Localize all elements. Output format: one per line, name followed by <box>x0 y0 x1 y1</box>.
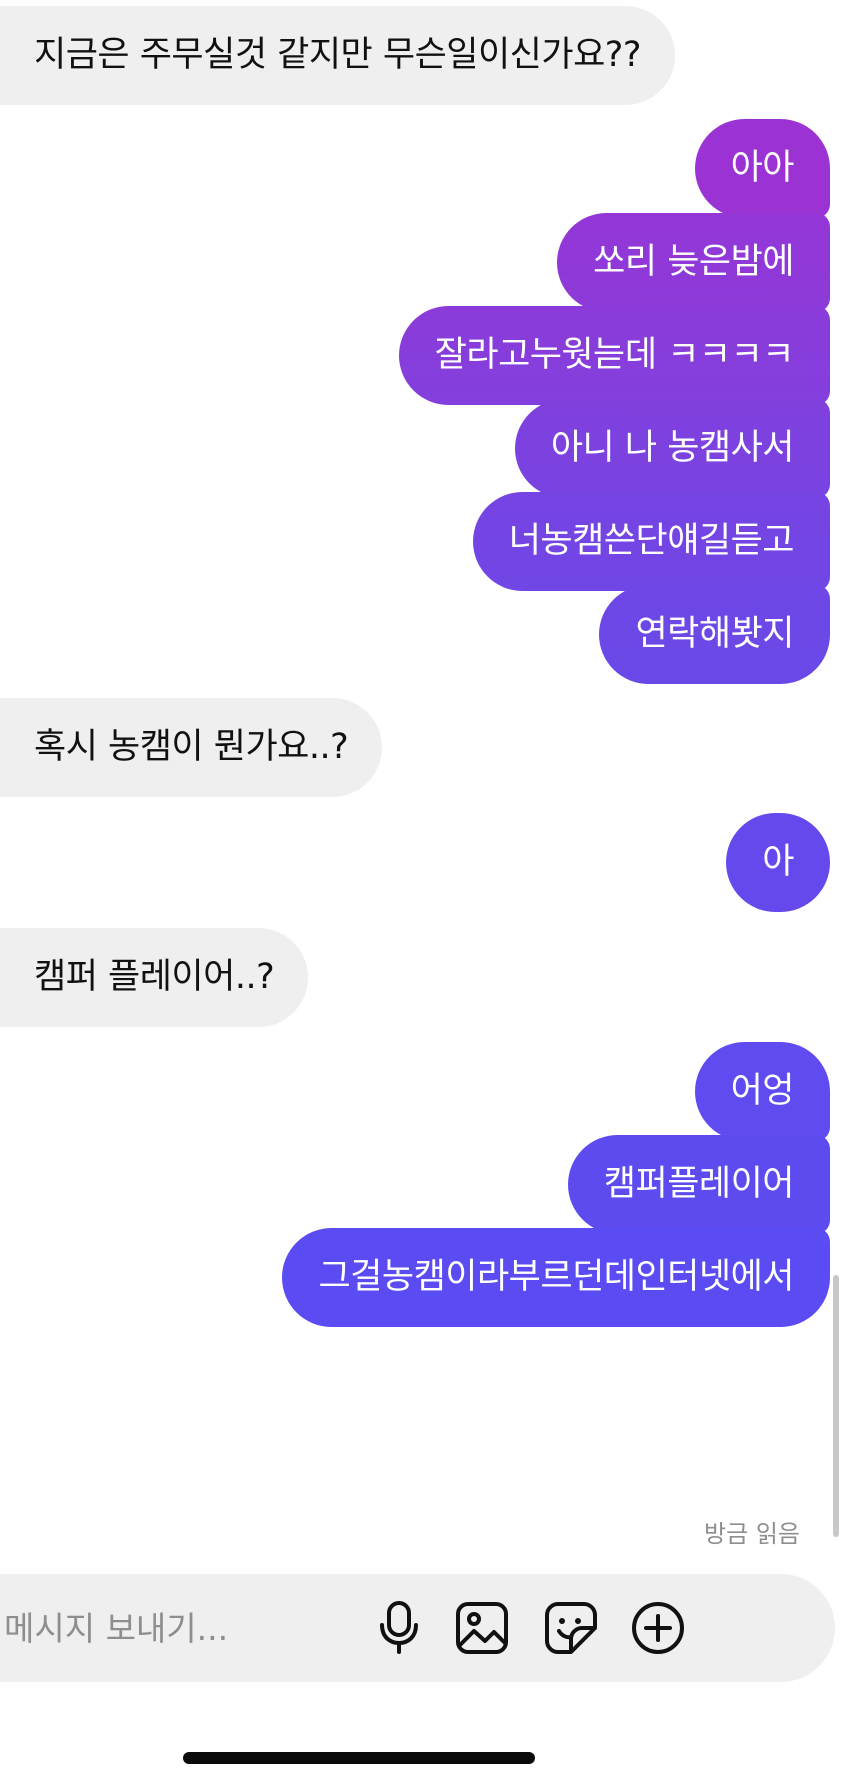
add-icon[interactable] <box>628 1598 688 1658</box>
received-message[interactable]: 캠퍼 플레이어..? <box>0 928 309 1027</box>
microphone-icon[interactable] <box>369 1598 429 1658</box>
received-message[interactable]: 지금은 주무실것 같지만 무슨일이신가요?? <box>0 6 675 105</box>
sent-message[interactable]: 그걸농캠이라부르던데인터넷에서 <box>282 1228 830 1327</box>
sent-message[interactable]: 아니 나 농캠사서 <box>514 399 830 498</box>
message-input[interactable] <box>0 1574 420 1682</box>
scrollbar[interactable] <box>833 1275 839 1537</box>
home-indicator <box>183 1752 535 1764</box>
sent-message[interactable]: 캠퍼플레이어 <box>567 1135 830 1234</box>
sent-message[interactable]: 쏘리 늦은밤에 <box>557 213 830 312</box>
received-message[interactable]: 혹시 농캠이 뭔가요..? <box>0 698 383 797</box>
read-receipt: 방금 읽음 <box>704 1520 800 1548</box>
sticker-icon[interactable] <box>541 1598 601 1658</box>
sent-message[interactable]: 아 <box>726 813 830 912</box>
sent-message[interactable]: 연락해봣지 <box>599 585 830 684</box>
sent-message[interactable]: 어엉 <box>694 1042 830 1141</box>
sent-message[interactable]: 너농캠쓴단얘길듣고 <box>472 492 830 591</box>
sent-message[interactable]: 잘라고누웟늗데 ㅋㅋㅋㅋ <box>398 306 830 405</box>
message-composer <box>0 1574 835 1682</box>
image-icon[interactable] <box>452 1598 512 1658</box>
sent-message[interactable]: 아아 <box>694 119 830 218</box>
